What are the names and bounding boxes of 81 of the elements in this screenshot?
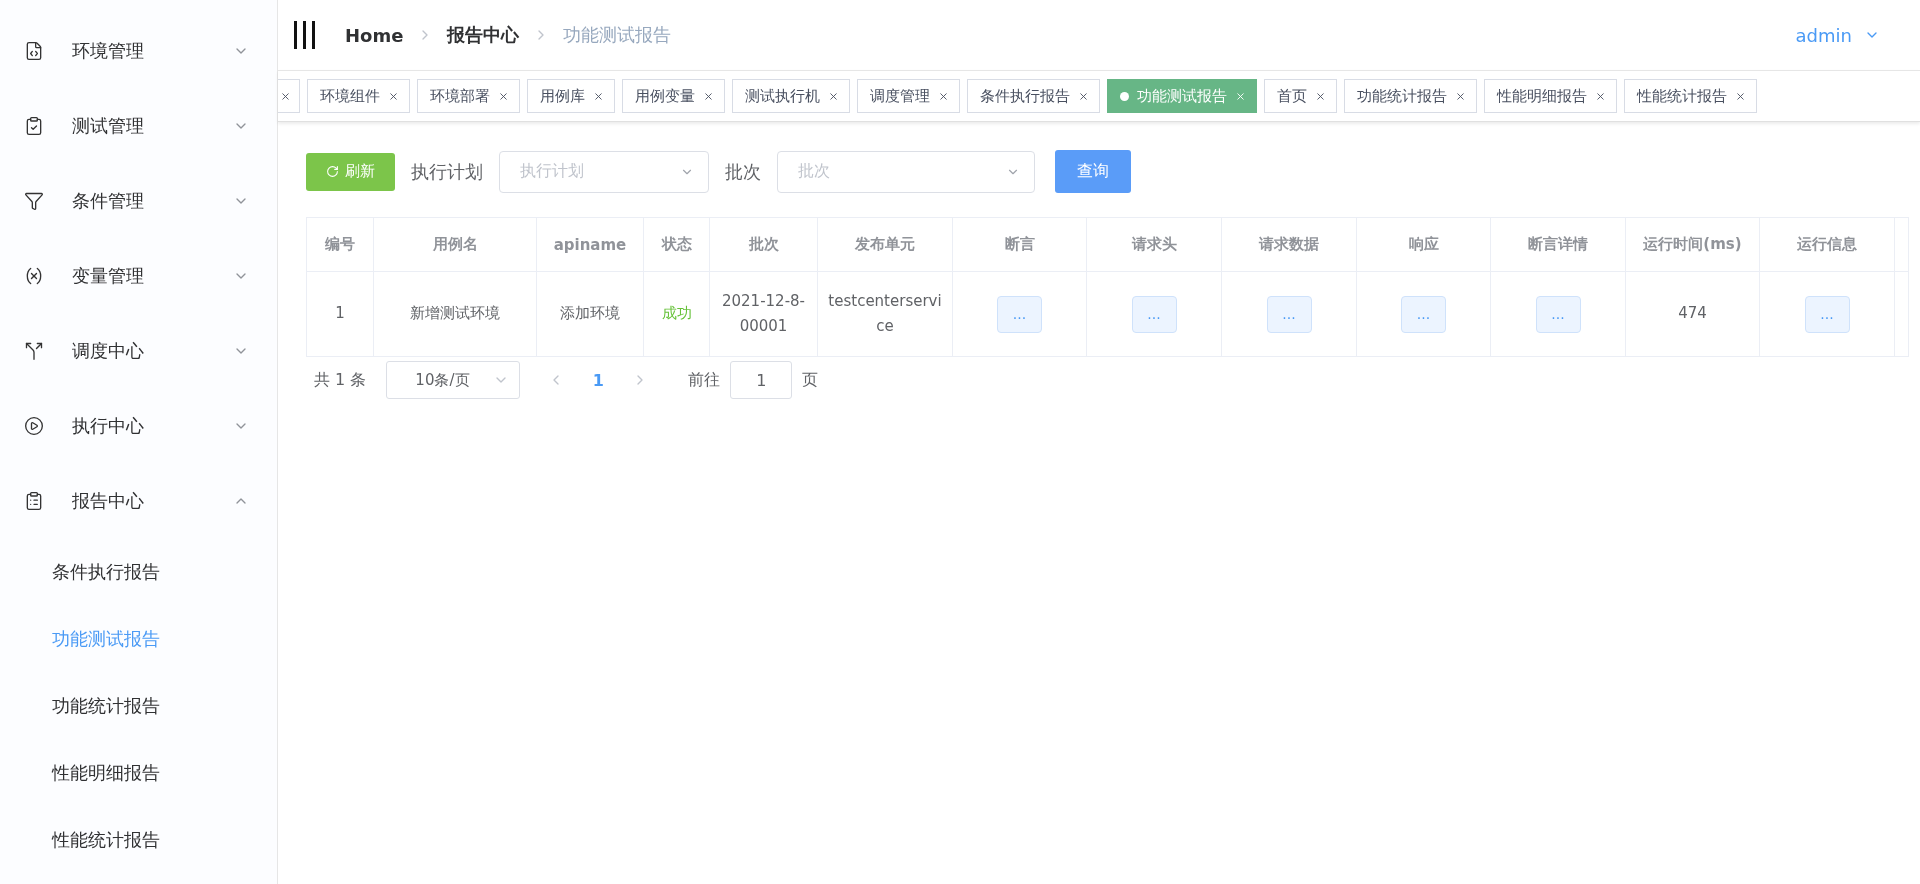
column-header: 发布单元 <box>817 217 953 272</box>
menu-item[interactable]: 调度中心 <box>0 313 277 388</box>
close-icon[interactable] <box>388 90 399 102</box>
clipboard-icon <box>24 490 44 511</box>
menu-label: 调度中心 <box>72 338 145 363</box>
page-suffix: 页 <box>802 369 819 391</box>
column-header: 批次 <box>709 217 818 272</box>
column-header: 运行时间(ms) <box>1625 217 1760 272</box>
table-cell: 添加环境 <box>536 271 644 357</box>
split-arrows-icon <box>24 340 44 361</box>
tab[interactable]: 用例库 <box>527 79 615 113</box>
breadcrumb-item: 功能测试报告 <box>563 23 672 47</box>
table-cell: 2021-12-8-00001 <box>709 271 818 357</box>
tab[interactable]: 环境部署 <box>417 79 520 113</box>
tab[interactable]: 性能统计报告 <box>1624 79 1757 113</box>
tab[interactable]: 环境组件 <box>307 79 410 113</box>
close-icon[interactable] <box>828 90 839 102</box>
menu-label: 测试管理 <box>72 113 145 138</box>
menu-item[interactable]: 条件管理 <box>0 163 277 238</box>
column-header: 状态 <box>643 217 710 272</box>
menu-item[interactable]: 报告中心 <box>0 463 277 538</box>
tab[interactable]: 首页 <box>1264 79 1337 113</box>
column-header: 运行信息 <box>1759 217 1895 272</box>
tab[interactable]: 调度管理 <box>857 79 960 113</box>
menu-label: 环境管理 <box>72 38 145 63</box>
page-size-select[interactable]: 10条/页 <box>386 361 521 399</box>
menu-label: 执行中心 <box>72 413 145 438</box>
table-cell: 474 <box>1625 271 1760 357</box>
column-header: 编号 <box>306 217 374 272</box>
column-header: 响应 <box>1356 217 1491 272</box>
close-icon[interactable] <box>1078 90 1089 102</box>
menu-item[interactable]: 执行中心 <box>0 388 277 463</box>
field-label: 批次 <box>725 159 761 184</box>
variable-icon <box>24 265 44 286</box>
breadcrumb-item[interactable]: 报告中心 <box>447 23 520 47</box>
submenu-item[interactable]: 性能统计报告 <box>0 806 277 873</box>
tab[interactable]: 用例变量 <box>622 79 725 113</box>
play-icon <box>24 415 44 436</box>
column-header: 断言详情 <box>1490 217 1626 272</box>
close-icon[interactable] <box>593 90 604 102</box>
close-icon[interactable] <box>1735 90 1746 102</box>
code-window-icon <box>24 40 44 61</box>
submenu-item[interactable]: 性能明细报告 <box>0 739 277 806</box>
table-cell: testcenterservice <box>817 271 953 357</box>
filter-icon <box>24 190 44 211</box>
tab[interactable]: 条件执行报告 <box>967 79 1100 113</box>
tab[interactable]: 功能统计报告 <box>1344 79 1477 113</box>
menu-label: 变量管理 <box>72 263 145 288</box>
menu-item[interactable]: 变量管理 <box>0 238 277 313</box>
close-icon[interactable] <box>703 90 714 102</box>
close-icon[interactable] <box>1455 90 1466 102</box>
checklist-icon <box>24 115 44 136</box>
total-count: 共 1 条 <box>314 369 367 391</box>
submenu-item[interactable]: 条件执行报告 <box>0 538 277 605</box>
tab[interactable]: 测试执行机 <box>732 79 850 113</box>
column-header: 断言 <box>952 217 1087 272</box>
close-icon[interactable] <box>280 90 291 102</box>
column-header: 请求头 <box>1086 217 1222 272</box>
close-icon[interactable] <box>1315 90 1326 102</box>
status-cell: 成功 <box>643 271 710 357</box>
menu-icon[interactable] <box>294 21 315 49</box>
close-icon[interactable] <box>938 90 949 102</box>
page-input[interactable]: 1 <box>730 361 793 399</box>
close-icon[interactable] <box>498 90 509 102</box>
menu-item[interactable]: 测试管理 <box>0 88 277 163</box>
menu-item[interactable]: 环境管理 <box>0 13 277 88</box>
close-icon[interactable] <box>1595 90 1606 102</box>
tab[interactable]: 性能明细报告 <box>1484 79 1617 113</box>
goto-label: 前往 <box>688 369 721 391</box>
menu-label: 条件管理 <box>72 188 145 213</box>
field-label: 执行计划 <box>411 159 483 184</box>
submenu-item[interactable]: 功能统计报告 <box>0 672 277 739</box>
column-header: 用例名 <box>373 217 537 272</box>
table-cell: 1 <box>306 271 374 357</box>
column-header: 请求数据 <box>1221 217 1357 272</box>
column-header: apiname <box>536 217 644 272</box>
breadcrumb-item[interactable]: Home <box>345 24 404 46</box>
dot-icon <box>1120 91 1129 101</box>
table-cell: 新增测试环境 <box>373 271 537 357</box>
menu-label: 报告中心 <box>72 488 145 513</box>
refresh-icon <box>326 165 339 178</box>
